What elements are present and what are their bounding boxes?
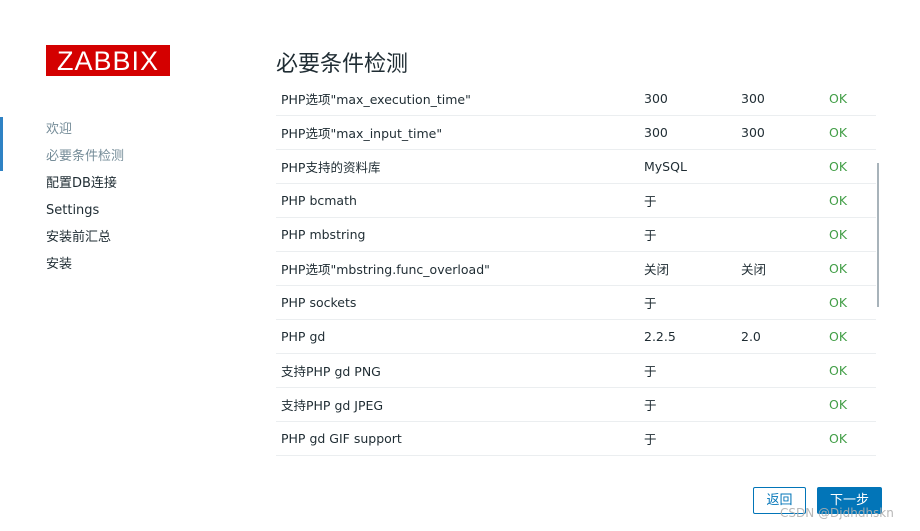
table-row: PHP选项"max_input_time" 300 300 OK xyxy=(276,115,876,150)
requirement-name: PHP sockets xyxy=(276,285,644,320)
table-row: PHP gd GIF support 于 OK xyxy=(276,421,876,456)
nav-step-install: 安装 xyxy=(46,257,73,272)
prerequisites-table: PHP选项"max_execution_time" 300 300 OK PHP选项"m… xyxy=(276,82,876,466)
status-ok: OK xyxy=(829,319,876,354)
required-value xyxy=(741,387,829,422)
nav-step-db-connection: 配置DB连接 xyxy=(46,176,117,191)
nav-step-prerequisites: 必要条件检测 xyxy=(46,149,125,164)
table-row: PHP sockets 于 OK xyxy=(276,285,876,320)
current-value: 于 xyxy=(644,183,741,218)
current-value: 于 xyxy=(644,421,741,456)
install-steps-nav: 欢迎 必要条件检测 配置DB连接 Settings 安装前汇总 安装 xyxy=(46,119,246,281)
table-row: PHP bcmath 于 OK xyxy=(276,183,876,218)
status-ok: OK xyxy=(829,285,876,320)
nav-step-settings: Settings xyxy=(46,203,100,218)
required-value xyxy=(741,183,829,218)
required-value: 2.0 xyxy=(741,319,829,354)
csdn-watermark: CSDN @Djdhdhskn xyxy=(780,506,894,520)
nav-step-summary: 安装前汇总 xyxy=(46,230,112,245)
required-value: 300 xyxy=(741,115,829,150)
status-ok: OK xyxy=(829,353,876,388)
requirement-name: PHP支持的资料库 xyxy=(276,149,644,184)
required-value xyxy=(741,353,829,388)
current-value: 2.2.5 xyxy=(644,319,741,354)
required-value xyxy=(741,149,829,184)
status-ok: OK xyxy=(829,115,876,150)
table-scrollbar[interactable] xyxy=(877,163,879,307)
status-ok: OK xyxy=(829,217,876,252)
table-row: 于 xyxy=(276,455,876,466)
status-ok: OK xyxy=(829,421,876,456)
requirement-name: PHP gd xyxy=(276,319,644,354)
status-ok xyxy=(829,455,876,466)
current-value: 关闭 xyxy=(644,251,741,286)
current-value: 300 xyxy=(644,82,741,116)
status-ok: OK xyxy=(829,251,876,286)
requirement-name: 支持PHP gd JPEG xyxy=(276,387,644,422)
table-row: 支持PHP gd PNG 于 OK xyxy=(276,353,876,388)
requirement-name: PHP选项"max_execution_time" xyxy=(276,82,644,116)
current-value: 于 xyxy=(644,387,741,422)
status-ok: OK xyxy=(829,387,876,422)
requirement-name: PHP bcmath xyxy=(276,183,644,218)
table-row: PHP选项"max_execution_time" 300 300 OK xyxy=(276,82,876,116)
status-ok: OK xyxy=(829,183,876,218)
requirement-name: 支持PHP gd PNG xyxy=(276,353,644,388)
status-ok: OK xyxy=(829,149,876,184)
page-title: 必要条件检测 xyxy=(276,52,409,77)
status-ok: OK xyxy=(829,82,876,116)
requirement-name xyxy=(276,455,644,466)
required-value xyxy=(741,285,829,320)
current-value: 于 xyxy=(644,455,741,466)
table-row: PHP mbstring 于 OK xyxy=(276,217,876,252)
current-value: 于 xyxy=(644,285,741,320)
current-value: 300 xyxy=(644,115,741,150)
current-value: 于 xyxy=(644,353,741,388)
required-value: 300 xyxy=(741,82,829,116)
required-value: 关闭 xyxy=(741,251,829,286)
zabbix-logo: ZABBIX xyxy=(46,45,170,76)
requirement-name: PHP选项"mbstring.func_overload" xyxy=(276,251,644,286)
current-value: MySQL xyxy=(644,149,741,184)
active-step-indicator xyxy=(0,117,3,171)
table-row: PHP选项"mbstring.func_overload" 关闭 关闭 OK xyxy=(276,251,876,286)
table-row: PHP支持的资料库 MySQL OK xyxy=(276,149,876,184)
required-value xyxy=(741,421,829,456)
nav-step-welcome: 欢迎 xyxy=(46,122,73,137)
prerequisites-table-container[interactable]: PHP选项"max_execution_time" 300 300 OK PHP选项"m… xyxy=(276,82,876,466)
table-row: 支持PHP gd JPEG 于 OK xyxy=(276,387,876,422)
requirement-name: PHP mbstring xyxy=(276,217,644,252)
current-value: 于 xyxy=(644,217,741,252)
required-value xyxy=(741,455,829,466)
requirement-name: PHP选项"max_input_time" xyxy=(276,115,644,150)
requirement-name: PHP gd GIF support xyxy=(276,421,644,456)
required-value xyxy=(741,217,829,252)
table-row: PHP gd 2.2.5 2.0 OK xyxy=(276,319,876,354)
